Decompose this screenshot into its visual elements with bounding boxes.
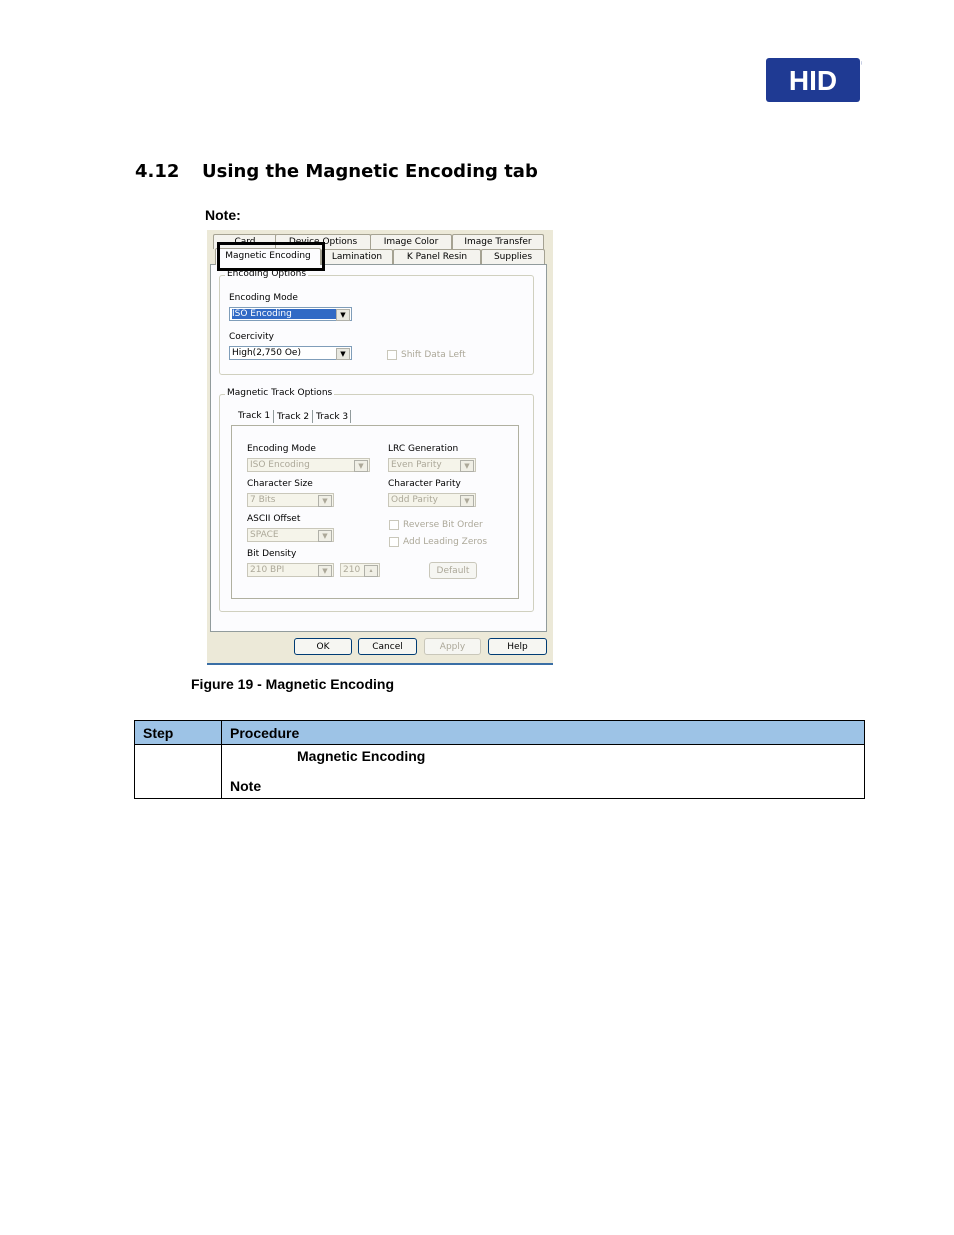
table-header-row: Step Procedure: [134, 720, 865, 745]
chevron-down-icon: ▼: [460, 495, 474, 507]
cancel-button[interactable]: Cancel: [358, 638, 417, 655]
character-parity-label: Character Parity: [388, 479, 461, 489]
add-leading-zeros-checkbox[interactable]: [389, 537, 399, 547]
ascii-offset-label: ASCII Offset: [247, 514, 301, 524]
tab-lamination[interactable]: Lamination: [321, 249, 393, 264]
section-number: 4.12: [135, 161, 180, 182]
encoding-mode-label: Encoding Mode: [229, 293, 298, 303]
tab-track-3[interactable]: Track 3: [316, 410, 348, 424]
tab-image-color[interactable]: Image Color: [370, 234, 452, 249]
hid-logo-text: HID: [789, 65, 837, 96]
procedure-cell: Magnetic Encoding Note: [221, 744, 865, 799]
apply-button[interactable]: Apply: [424, 638, 481, 655]
character-size-select[interactable]: 7 Bits ▼: [247, 493, 334, 507]
printer-properties-dialog: Card Device Options Image Color Image Tr…: [207, 230, 553, 665]
highlight-box: [217, 242, 325, 271]
character-parity-value: Odd Parity: [391, 495, 438, 505]
tab-k-panel-resin[interactable]: K Panel Resin: [393, 249, 481, 264]
character-size-label: Character Size: [247, 479, 313, 489]
character-parity-select[interactable]: Odd Parity ▼: [388, 493, 476, 507]
procedure-header: Procedure: [221, 720, 865, 745]
shift-data-left-label: Shift Data Left: [401, 350, 466, 360]
chevron-down-icon: ▼: [318, 495, 332, 507]
bit-density-number: 210: [343, 565, 361, 575]
coercivity-label: Coercivity: [229, 332, 274, 342]
track-panel: Encoding Mode ISO Encoding ▼ LRC Generat…: [231, 425, 519, 599]
track-options-title: Magnetic Track Options: [225, 388, 335, 398]
bit-density-value: 210 BPI: [250, 565, 285, 575]
chevron-down-icon: ▼: [336, 348, 350, 360]
spinner-arrows-icon: ▴: [364, 565, 378, 577]
bit-density-spinner[interactable]: 210 ▴: [340, 563, 380, 577]
lrc-generation-select[interactable]: Even Parity ▼: [388, 458, 476, 472]
track-options-group: Magnetic Track Options Track 1 Track 2 T…: [219, 388, 534, 612]
tab-image-transfer[interactable]: Image Transfer: [452, 234, 544, 249]
chevron-down-icon: ▼: [318, 565, 332, 577]
step-header: Step: [134, 720, 222, 745]
svg-text:®: ®: [861, 60, 862, 67]
encoding-mode-value: ISO Encoding: [232, 309, 336, 319]
section-title: Using the Magnetic Encoding tab: [202, 161, 538, 182]
chevron-down-icon: ▼: [460, 460, 474, 472]
hid-logo: HID ®: [766, 58, 862, 102]
ok-button[interactable]: OK: [294, 638, 352, 655]
bit-density-select[interactable]: 210 BPI ▼: [247, 563, 334, 577]
ascii-offset-select[interactable]: SPACE ▼: [247, 528, 334, 542]
help-button[interactable]: Help: [488, 638, 547, 655]
procedure-note: Note: [230, 778, 262, 794]
lrc-generation-label: LRC Generation: [388, 444, 459, 454]
chevron-down-icon: ▼: [354, 460, 368, 472]
shift-data-left-checkbox[interactable]: [387, 350, 397, 360]
reverse-bit-order-label: Reverse Bit Order: [403, 520, 483, 530]
tab-panel: Encoding Options Encoding Mode ISO Encod…: [210, 264, 547, 632]
coercivity-select[interactable]: High(2,750 Oe) ▼: [229, 346, 352, 360]
coercivity-value: High(2,750 Oe): [232, 348, 301, 358]
procedure-table: Step Procedure Magnetic Encoding Note: [134, 720, 865, 799]
track-encoding-mode-label: Encoding Mode: [247, 444, 316, 454]
lrc-generation-value: Even Parity: [391, 460, 442, 470]
encoding-mode-select[interactable]: ISO Encoding ▼: [229, 307, 352, 321]
reverse-bit-order-checkbox[interactable]: [389, 520, 399, 530]
track-encoding-mode-select[interactable]: ISO Encoding ▼: [247, 458, 370, 472]
table-row: Magnetic Encoding Note: [134, 744, 865, 799]
track-encoding-mode-value: ISO Encoding: [250, 460, 310, 470]
ascii-offset-value: SPACE: [250, 530, 279, 540]
tab-track-2[interactable]: Track 2: [277, 410, 309, 424]
default-button[interactable]: Default: [429, 562, 477, 579]
figure-caption: Figure 19 - Magnetic Encoding: [191, 676, 395, 692]
bit-density-label: Bit Density: [247, 549, 297, 559]
tab-supplies[interactable]: Supplies: [481, 249, 545, 264]
note-label: Note:: [205, 207, 241, 223]
section-heading: 4.12 Using the Magnetic Encoding tab: [135, 161, 538, 182]
chevron-down-icon: ▼: [336, 309, 350, 321]
character-size-value: 7 Bits: [250, 495, 276, 505]
encoding-options-group: Encoding Options Encoding Mode ISO Encod…: [219, 269, 534, 375]
tab-track-1[interactable]: Track 1: [238, 409, 270, 423]
procedure-line-1: Magnetic Encoding: [297, 748, 426, 764]
step-cell: [134, 744, 222, 799]
chevron-down-icon: ▼: [318, 530, 332, 542]
add-leading-zeros-label: Add Leading Zeros: [403, 537, 488, 547]
